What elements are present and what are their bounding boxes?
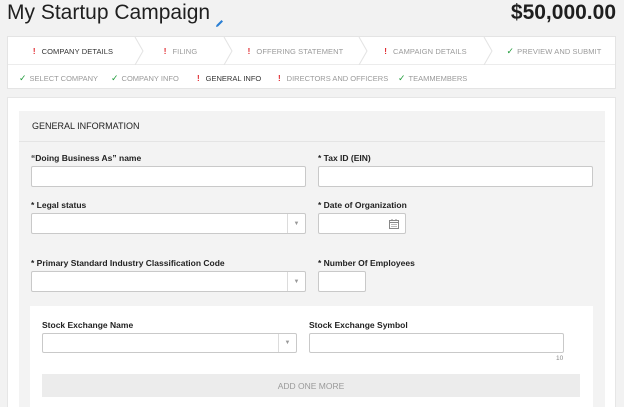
stock-exchange-symbol-input[interactable] bbox=[309, 333, 564, 353]
error-icon: ! bbox=[247, 46, 251, 56]
check-icon: ✓ bbox=[19, 72, 27, 83]
step-company-details[interactable]: ! Company Details bbox=[8, 37, 138, 65]
substep-label: Teammembers bbox=[408, 73, 468, 83]
step-label: Campaign Details bbox=[392, 46, 467, 56]
check-icon: ✓ bbox=[111, 72, 119, 83]
substep-general-info[interactable]: ! General Info bbox=[197, 66, 261, 90]
progress-steps: ! Company Details ! Filing ! Offering St… bbox=[7, 36, 616, 89]
chevron-down-icon[interactable]: ▼ bbox=[287, 272, 305, 291]
chevron-divider-icon bbox=[483, 37, 493, 65]
step-filing[interactable]: ! Filing bbox=[143, 37, 218, 65]
number-of-employees-input[interactable] bbox=[318, 271, 366, 292]
number-of-employees-label: * Number Of Employees bbox=[318, 258, 415, 268]
sic-code-label: * Primary Standard Industry Classificati… bbox=[31, 258, 225, 268]
error-icon: ! bbox=[384, 46, 387, 56]
substep-label: Company Info bbox=[121, 73, 179, 83]
chevron-divider-icon bbox=[358, 37, 368, 65]
substep-label: Select Company bbox=[29, 73, 99, 83]
substep-directors-officers[interactable]: ! Directors and Officers bbox=[278, 66, 388, 90]
sic-code-select[interactable]: ▼ bbox=[31, 271, 306, 292]
step-campaign-details[interactable]: ! Campaign Details bbox=[368, 37, 483, 65]
date-of-organization-input[interactable] bbox=[318, 213, 406, 234]
chevron-down-icon[interactable]: ▼ bbox=[287, 214, 305, 233]
step-offering-statement[interactable]: ! Offering Statement bbox=[233, 37, 358, 65]
stock-exchange-name-select[interactable]: ▼ bbox=[42, 333, 297, 353]
dba-label: “Doing Business As” name bbox=[31, 153, 142, 163]
tax-id-label: * Tax ID (EIN) bbox=[318, 153, 371, 163]
date-of-organization-label: * Date of Organization bbox=[318, 200, 407, 210]
main-steps-row: ! Company Details ! Filing ! Offering St… bbox=[8, 37, 615, 65]
step-preview-submit[interactable]: ✓ Preview and Submit bbox=[495, 37, 613, 65]
campaign-title: My Startup Campaign bbox=[7, 1, 211, 24]
chevron-divider-icon bbox=[223, 37, 233, 65]
tax-id-input[interactable] bbox=[318, 166, 593, 187]
substep-select-company[interactable]: ✓ Select Company bbox=[19, 66, 98, 90]
stock-exchange-name-label: Stock Exchange Name bbox=[42, 320, 134, 330]
general-information-panel: General Information “Doing Business As” … bbox=[19, 111, 605, 407]
error-icon: ! bbox=[163, 46, 167, 56]
substep-company-info[interactable]: ✓ Company Info bbox=[111, 66, 179, 90]
add-one-more-button[interactable]: Add one more bbox=[42, 374, 580, 397]
main-content: General Information “Doing Business As” … bbox=[7, 97, 616, 407]
calendar-icon[interactable] bbox=[383, 214, 405, 233]
campaign-title-group: My Startup Campaign bbox=[7, 1, 224, 27]
symbol-char-counter: 10 bbox=[556, 355, 564, 362]
legal-status-label: * Legal status bbox=[31, 200, 87, 210]
chevron-down-icon[interactable]: ▼ bbox=[278, 334, 296, 352]
error-icon: ! bbox=[278, 73, 281, 83]
dba-input[interactable] bbox=[31, 166, 306, 187]
step-label: Preview and Submit bbox=[517, 46, 602, 56]
substep-label: General Info bbox=[205, 73, 262, 83]
stock-exchange-symbol-label: Stock Exchange Symbol bbox=[309, 320, 408, 330]
check-icon: ✓ bbox=[398, 72, 406, 83]
error-icon: ! bbox=[32, 46, 36, 56]
edit-pencil-icon[interactable] bbox=[215, 10, 224, 27]
substep-label: Directors and Officers bbox=[286, 73, 389, 83]
stock-exchange-section: Stock Exchange Name ▼ Stock Exchange Sym… bbox=[30, 306, 593, 407]
substep-teammembers[interactable]: ✓ Teammembers bbox=[398, 66, 467, 90]
error-icon: ! bbox=[197, 73, 200, 83]
step-label: Offering Statement bbox=[256, 46, 344, 56]
page-header: My Startup Campaign $50,000.00 bbox=[0, 0, 624, 30]
panel-title: General Information bbox=[19, 111, 605, 142]
check-icon: ✓ bbox=[506, 45, 515, 56]
step-label: Company Details bbox=[41, 46, 114, 56]
sub-steps-row: ✓ Select Company ✓ Company Info ! Genera… bbox=[8, 66, 615, 90]
campaign-amount: $50,000.00 bbox=[510, 1, 616, 24]
legal-status-select[interactable]: ▼ bbox=[31, 213, 306, 234]
step-label: Filing bbox=[172, 46, 198, 56]
